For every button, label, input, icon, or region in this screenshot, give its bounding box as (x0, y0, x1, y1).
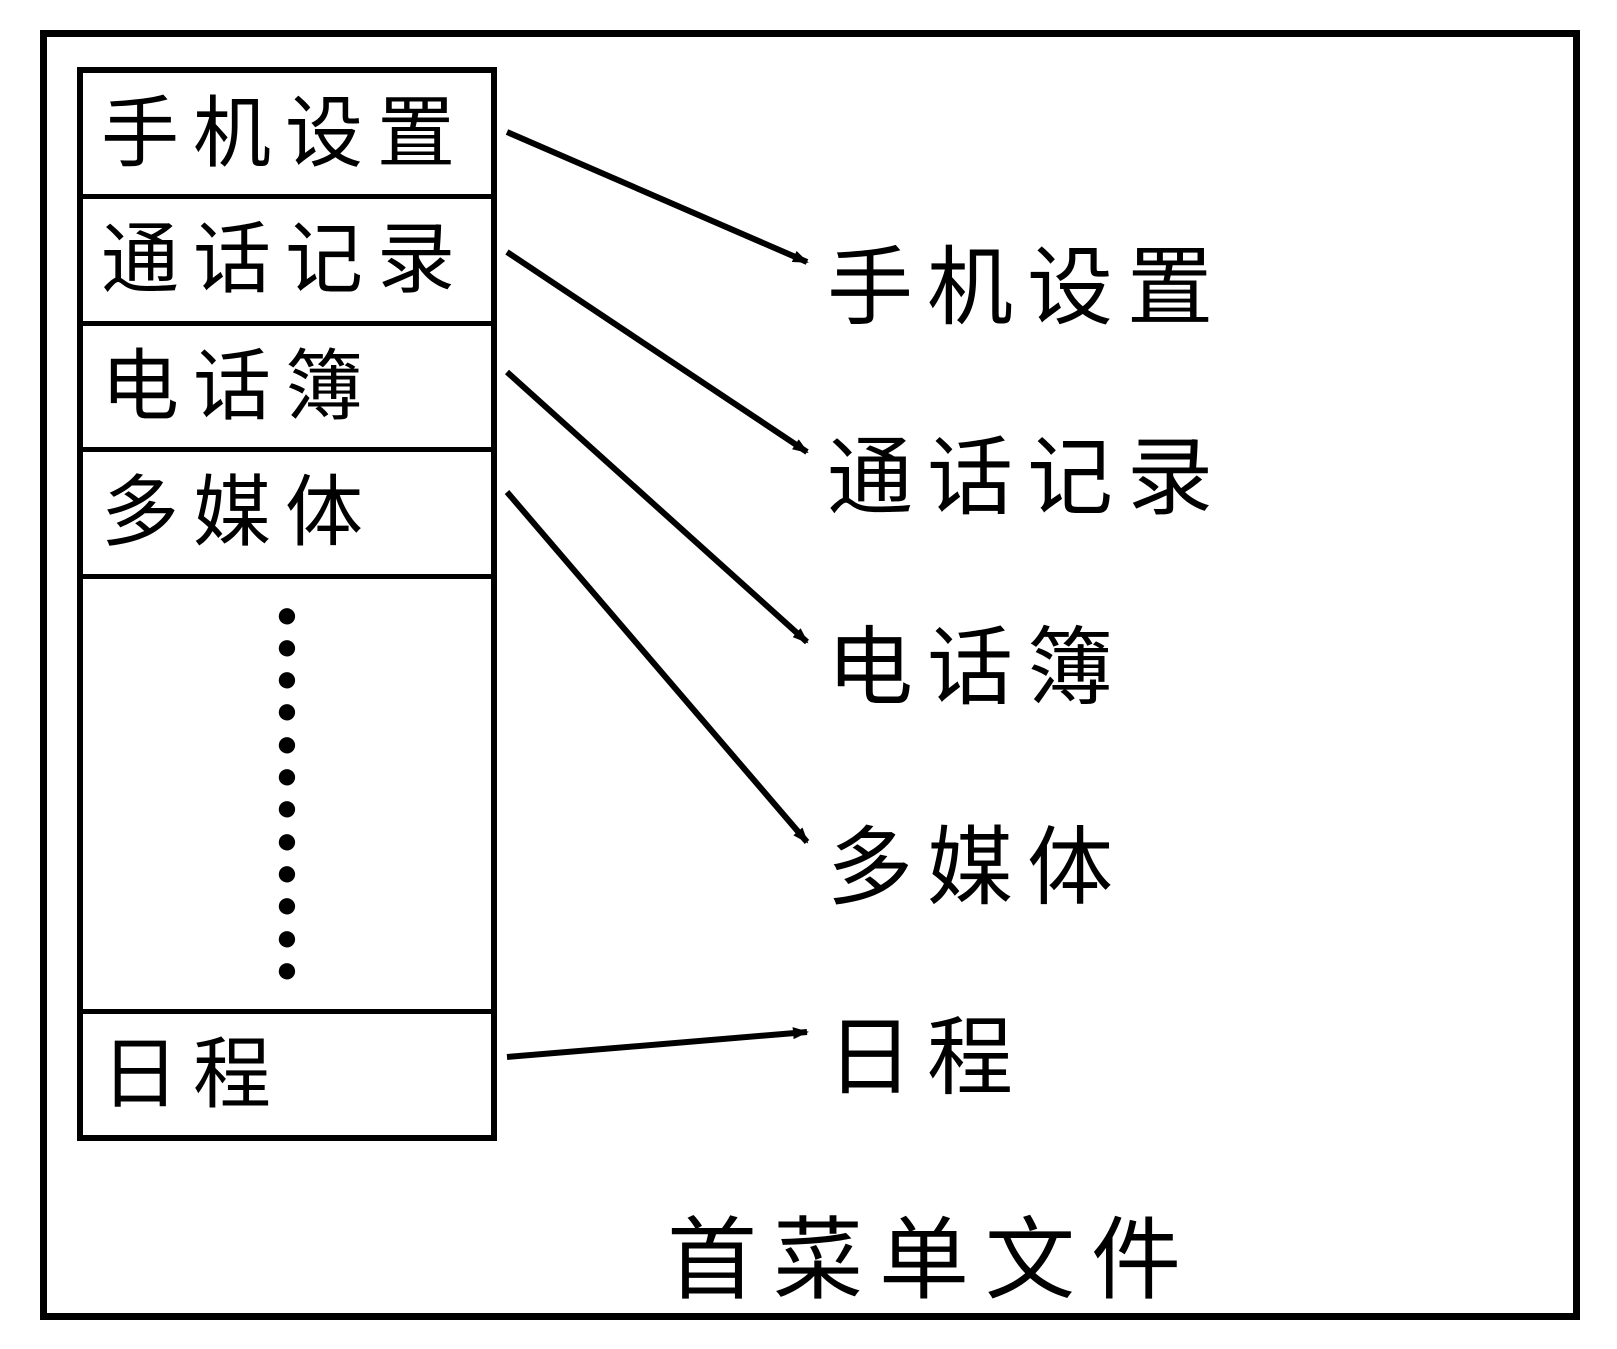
menu-item-multimedia: 多媒体 (83, 452, 491, 578)
target-label-text: 通话记录 (827, 430, 1227, 526)
menu-item-label: 电话簿 (101, 343, 377, 430)
outer-frame: 手机设置 通话记录 电话簿 多媒体 ●●●●●●●●●●●● 日程 手机设置 通… (40, 30, 1580, 1320)
menu-item-phone-settings: 手机设置 (83, 73, 491, 199)
vertical-ellipsis-icon: ●●●●●●●●●●●● (276, 599, 299, 987)
menu-ellipsis: ●●●●●●●●●●●● (83, 579, 491, 1014)
arrow-icon (507, 372, 807, 642)
menu-item-schedule: 日程 (83, 1014, 491, 1135)
target-label-text: 电话簿 (827, 620, 1127, 716)
target-label-text: 日程 (827, 1010, 1027, 1106)
target-schedule: 日程 (827, 987, 1027, 1112)
caption-text: 首菜单文件 (667, 1212, 1197, 1311)
target-call-log: 通话记录 (827, 407, 1227, 532)
diagram-stage: 手机设置 通话记录 电话簿 多媒体 ●●●●●●●●●●●● 日程 手机设置 通… (0, 0, 1617, 1349)
arrow-icon (507, 132, 807, 262)
menu-item-phonebook: 电话簿 (83, 326, 491, 452)
arrow-icon (507, 252, 807, 452)
menu-item-label: 多媒体 (101, 469, 377, 556)
target-label-text: 多媒体 (827, 820, 1127, 916)
menu-item-call-log: 通话记录 (83, 199, 491, 325)
target-label-text: 手机设置 (827, 240, 1227, 336)
arrow-icon (507, 1032, 807, 1057)
target-phone-settings: 手机设置 (827, 217, 1227, 342)
target-phonebook: 电话簿 (827, 597, 1127, 722)
diagram-caption: 首菜单文件 (667, 1187, 1197, 1317)
main-menu-list: 手机设置 通话记录 电话簿 多媒体 ●●●●●●●●●●●● 日程 (77, 67, 497, 1141)
target-multimedia: 多媒体 (827, 797, 1127, 922)
menu-item-label: 日程 (101, 1031, 285, 1118)
arrow-icon (507, 492, 807, 842)
menu-item-label: 手机设置 (101, 90, 469, 177)
menu-item-label: 通话记录 (101, 216, 469, 303)
